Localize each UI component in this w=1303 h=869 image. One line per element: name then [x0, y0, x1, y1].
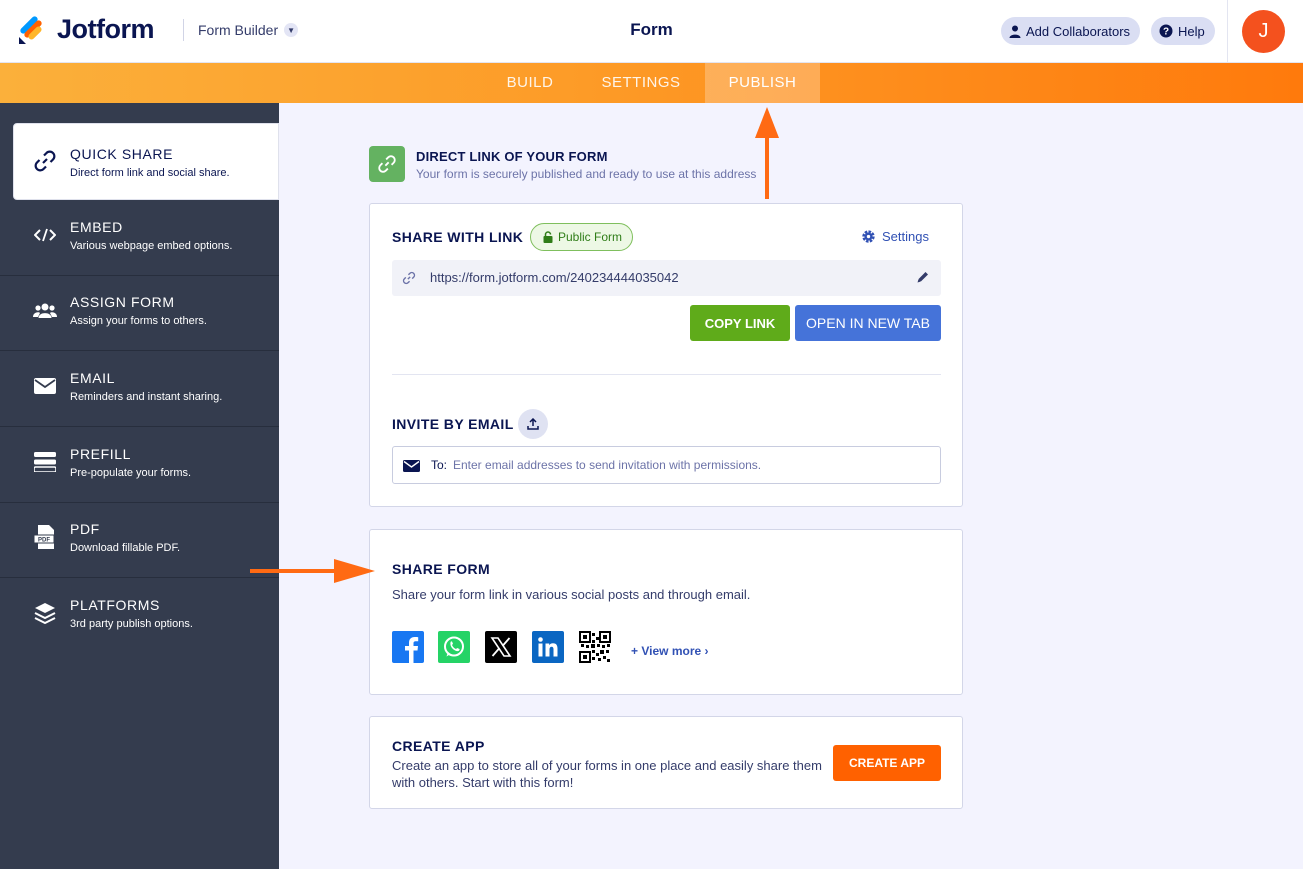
tab-publish[interactable]: PUBLISH [705, 63, 820, 103]
whatsapp-icon[interactable] [438, 631, 470, 663]
view-more-link[interactable]: + View more › [631, 644, 709, 658]
sidebar-item-title: EMAIL [70, 370, 116, 386]
share-form-card: SHARE FORM Share your form link in vario… [369, 529, 963, 695]
link-icon [402, 271, 416, 290]
help-button[interactable]: ? Help [1151, 17, 1215, 45]
header-divider [183, 19, 184, 41]
public-form-badge: Public Form [530, 223, 634, 251]
builder-nav-bar: BUILD SETTINGS PUBLISH [0, 63, 1303, 103]
sidebar-item-title: ASSIGN FORM [70, 294, 175, 310]
users-icon [32, 297, 58, 323]
facebook-icon[interactable] [392, 631, 424, 663]
add-collaborators-label: Add Collaborators [1026, 23, 1131, 39]
sidebar-item-title: PLATFORMS [70, 597, 160, 613]
sidebar-item-desc: Assign your forms to others. [70, 315, 207, 327]
x-icon[interactable] [485, 631, 517, 663]
header-vertical-divider [1227, 0, 1228, 63]
sidebar-item-desc: Download fillable PDF. [70, 542, 181, 554]
pencil-icon[interactable] [916, 270, 930, 289]
prefill-icon [32, 449, 58, 475]
to-label: To: [431, 458, 448, 472]
sidebar-item-desc: Pre-populate your forms. [70, 467, 192, 479]
sidebar-item-email[interactable]: EMAIL Reminders and instant sharing. [0, 351, 279, 427]
sidebar-item-title: EMBED [70, 219, 123, 235]
tab-settings[interactable]: SETTINGS [589, 63, 693, 103]
sidebar-item-desc: Various webpage embed options. [70, 240, 233, 252]
sidebar-item-quick-share[interactable]: QUICK SHARE Direct form link and social … [13, 123, 279, 200]
sidebar-item-title: PDF [70, 521, 100, 537]
direct-link-subtitle: Your form is securely published and read… [416, 167, 757, 181]
tab-build[interactable]: BUILD [494, 63, 566, 103]
link-settings-button[interactable]: Settings [861, 229, 929, 244]
sidebar-item-desc: Direct form link and social share. [70, 167, 230, 179]
user-icon [1009, 25, 1021, 38]
share-with-link-title: SHARE WITH LINK [392, 229, 524, 245]
sidebar-item-assign-form[interactable]: ASSIGN FORM Assign your forms to others. [0, 275, 279, 351]
sidebar-item-prefill[interactable]: PREFILL Pre-populate your forms. [0, 427, 279, 503]
create-app-description: Create an app to store all of your forms… [392, 758, 822, 790]
envelope-icon [403, 459, 420, 477]
lock-icon [543, 231, 553, 243]
form-builder-label: Form Builder [198, 22, 279, 38]
sidebar-item-desc: Reminders and instant sharing. [70, 391, 223, 403]
form-builder-dropdown[interactable]: Form Builder ▼ [198, 22, 299, 38]
create-app-title: CREATE APP [392, 738, 485, 754]
code-icon [32, 222, 58, 248]
sidebar-item-pdf[interactable]: PDF PDF Download fillable PDF. [0, 502, 279, 578]
create-app-card: CREATE APP Create an app to store all of… [369, 716, 963, 809]
form-url: https://form.jotform.com/240234444035042 [430, 270, 679, 285]
email-addresses-input[interactable] [453, 452, 933, 478]
chevron-down-icon: ▼ [284, 23, 299, 37]
linkedin-icon[interactable] [532, 631, 564, 663]
layers-icon [32, 600, 58, 626]
top-header: Jotform Form Builder ▼ Form Add Collabor… [0, 0, 1303, 63]
view-more-label: View more [641, 644, 702, 658]
gear-icon [861, 229, 876, 244]
envelope-icon [32, 373, 58, 399]
jotform-logo-icon [17, 15, 45, 45]
share-form-title: SHARE FORM [392, 561, 491, 577]
link-icon [369, 146, 405, 182]
invite-email-field[interactable]: To: [392, 446, 941, 484]
share-form-description: Share your form link in various social p… [392, 587, 751, 602]
section-divider [392, 374, 941, 375]
qr-code-icon[interactable] [579, 631, 611, 663]
upload-icon[interactable] [518, 409, 548, 439]
pdf-icon: PDF [32, 524, 58, 550]
avatar[interactable]: J [1242, 10, 1285, 53]
brand-name: Jotform [57, 14, 155, 44]
publish-sidebar: EMBED Various webpage embed options. ASS… [0, 103, 279, 869]
sidebar-item-embed[interactable]: EMBED Various webpage embed options. [0, 200, 279, 276]
annotation-arrow-up-icon [755, 107, 779, 199]
jotform-logo[interactable]: Jotform [17, 14, 155, 45]
public-form-label: Public Form [558, 230, 623, 244]
add-collaborators-button[interactable]: Add Collaborators [1001, 17, 1141, 45]
plus-icon: + [631, 644, 639, 658]
link-icon [32, 148, 58, 174]
sidebar-item-title: PREFILL [70, 446, 131, 462]
open-in-new-tab-button[interactable]: OPEN IN NEW TAB [795, 305, 941, 341]
direct-link-title: DIRECT LINK OF YOUR FORM [416, 149, 608, 164]
svg-text:PDF: PDF [38, 538, 50, 544]
svg-text:?: ? [1163, 27, 1169, 38]
invite-by-email-title: INVITE BY EMAIL [392, 416, 514, 432]
copy-link-button[interactable]: COPY LINK [690, 305, 790, 341]
sidebar-item-title: QUICK SHARE [70, 146, 174, 162]
chevron-right-icon: › [704, 644, 709, 658]
share-link-card: SHARE WITH LINK Public Form Settings htt… [369, 203, 963, 507]
question-icon: ? [1159, 24, 1173, 38]
sidebar-item-desc: 3rd party publish options. [70, 618, 193, 630]
create-app-button[interactable]: CREATE APP [833, 745, 941, 781]
form-url-field[interactable]: https://form.jotform.com/240234444035042 [392, 260, 941, 296]
settings-label: Settings [882, 229, 929, 244]
sidebar-item-platforms[interactable]: PLATFORMS 3rd party publish options. [0, 578, 279, 654]
help-label: Help [1178, 23, 1205, 39]
